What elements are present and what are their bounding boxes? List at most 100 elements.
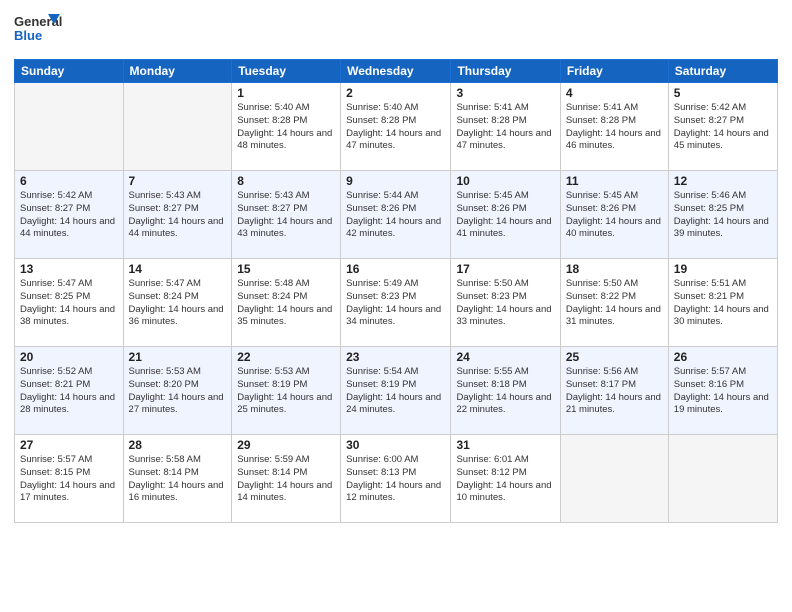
calendar-cell: 22 Sunrise: 5:53 AM Sunset: 8:19 PM Dayli… (232, 347, 341, 435)
page: General Blue SundayMondayTuesdayWednesda… (0, 0, 792, 612)
day-info: Sunrise: 6:00 AM Sunset: 8:13 PM Dayligh… (346, 454, 445, 505)
calendar-cell: 15Sunrise: 5:48 AM Sunset: 8:24 PM Dayli… (232, 259, 341, 347)
calendar-cell (668, 435, 777, 523)
day-number: 6 (20, 174, 118, 188)
weekday-saturday: Saturday (668, 60, 777, 83)
calendar-cell: 4 Sunrise: 5:41 AM Sunset: 8:28 PM Daylig… (560, 83, 668, 171)
calendar-cell: 20 Sunrise: 5:52 AM Sunset: 8:21 PM Dayli… (15, 347, 124, 435)
calendar-cell: 31 Sunrise: 6:01 AM Sunset: 8:12 PM Dayli… (451, 435, 560, 523)
day-info: Sunrise: 5:50 AM Sunset: 8:23 PM Dayligh… (456, 278, 554, 329)
day-info: Sunrise: 5:42 AM Sunset: 8:27 PM Dayligh… (674, 102, 772, 153)
day-info: Sunrise: 5:53 AM Sunset: 8:20 PM Dayligh… (129, 366, 227, 417)
day-number: 12 (674, 174, 772, 188)
weekday-thursday: Thursday (451, 60, 560, 83)
day-info: Sunrise: 5:49 AM Sunset: 8:23 PM Dayligh… (346, 278, 445, 329)
day-info: Sunrise: 5:40 AM Sunset: 8:28 PM Dayligh… (346, 102, 445, 153)
day-info: Sunrise: 5:43 AM Sunset: 8:27 PM Dayligh… (237, 190, 335, 241)
day-info: Sunrise: 5:47 AM Sunset: 8:25 PM Dayligh… (20, 278, 118, 329)
header: General Blue (14, 10, 778, 51)
day-number: 23 (346, 350, 445, 364)
day-number: 11 (566, 174, 663, 188)
day-number: 29 (237, 438, 335, 452)
logo-icon: General Blue (14, 10, 62, 46)
calendar-cell: 11Sunrise: 5:45 AM Sunset: 8:26 PM Dayli… (560, 171, 668, 259)
calendar-cell: 19Sunrise: 5:51 AM Sunset: 8:21 PM Dayli… (668, 259, 777, 347)
day-info: Sunrise: 5:59 AM Sunset: 8:14 PM Dayligh… (237, 454, 335, 505)
day-number: 30 (346, 438, 445, 452)
day-number: 24 (456, 350, 554, 364)
calendar-cell: 14 Sunrise: 5:47 AM Sunset: 8:24 PM Dayli… (123, 259, 232, 347)
logo: General Blue (14, 10, 62, 51)
weekday-header-row: SundayMondayTuesdayWednesdayThursdayFrid… (15, 60, 778, 83)
day-number: 10 (456, 174, 554, 188)
day-info: Sunrise: 5:56 AM Sunset: 8:17 PM Dayligh… (566, 366, 663, 417)
calendar-cell: 25Sunrise: 5:56 AM Sunset: 8:17 PM Dayli… (560, 347, 668, 435)
day-number: 31 (456, 438, 554, 452)
calendar-cell: 27 Sunrise: 5:57 AM Sunset: 8:15 PM Dayli… (15, 435, 124, 523)
day-number: 14 (129, 262, 227, 276)
weekday-wednesday: Wednesday (341, 60, 451, 83)
day-number: 15 (237, 262, 335, 276)
calendar-cell: 2 Sunrise: 5:40 AM Sunset: 8:28 PM Daylig… (341, 83, 451, 171)
calendar-cell: 16Sunrise: 5:49 AM Sunset: 8:23 PM Dayli… (341, 259, 451, 347)
day-number: 18 (566, 262, 663, 276)
day-number: 21 (129, 350, 227, 364)
day-info: Sunrise: 5:41 AM Sunset: 8:28 PM Dayligh… (566, 102, 663, 153)
calendar-cell: 12 Sunrise: 5:46 AM Sunset: 8:25 PM Dayli… (668, 171, 777, 259)
weekday-monday: Monday (123, 60, 232, 83)
calendar-week-4: 20 Sunrise: 5:52 AM Sunset: 8:21 PM Dayli… (15, 347, 778, 435)
calendar-cell: 7Sunrise: 5:43 AM Sunset: 8:27 PM Daylig… (123, 171, 232, 259)
day-info: Sunrise: 5:40 AM Sunset: 8:28 PM Dayligh… (237, 102, 335, 153)
day-info: Sunrise: 5:46 AM Sunset: 8:25 PM Dayligh… (674, 190, 772, 241)
calendar-cell (123, 83, 232, 171)
day-info: Sunrise: 5:41 AM Sunset: 8:28 PM Dayligh… (456, 102, 554, 153)
day-number: 4 (566, 86, 663, 100)
calendar-cell (15, 83, 124, 171)
day-number: 28 (129, 438, 227, 452)
day-info: Sunrise: 5:55 AM Sunset: 8:18 PM Dayligh… (456, 366, 554, 417)
calendar-cell: 23Sunrise: 5:54 AM Sunset: 8:19 PM Dayli… (341, 347, 451, 435)
calendar-cell: 3 Sunrise: 5:41 AM Sunset: 8:28 PM Daylig… (451, 83, 560, 171)
day-info: Sunrise: 5:52 AM Sunset: 8:21 PM Dayligh… (20, 366, 118, 417)
calendar-cell: 17Sunrise: 5:50 AM Sunset: 8:23 PM Dayli… (451, 259, 560, 347)
calendar-week-5: 27 Sunrise: 5:57 AM Sunset: 8:15 PM Dayli… (15, 435, 778, 523)
day-info: Sunrise: 6:01 AM Sunset: 8:12 PM Dayligh… (456, 454, 554, 505)
day-info: Sunrise: 5:53 AM Sunset: 8:19 PM Dayligh… (237, 366, 335, 417)
calendar-cell: 21 Sunrise: 5:53 AM Sunset: 8:20 PM Dayli… (123, 347, 232, 435)
day-info: Sunrise: 5:42 AM Sunset: 8:27 PM Dayligh… (20, 190, 118, 241)
day-number: 5 (674, 86, 772, 100)
day-number: 3 (456, 86, 554, 100)
weekday-friday: Friday (560, 60, 668, 83)
calendar-cell: 10 Sunrise: 5:45 AM Sunset: 8:26 PM Dayli… (451, 171, 560, 259)
day-number: 2 (346, 86, 445, 100)
weekday-sunday: Sunday (15, 60, 124, 83)
day-number: 22 (237, 350, 335, 364)
calendar-week-2: 6 Sunrise: 5:42 AM Sunset: 8:27 PM Daylig… (15, 171, 778, 259)
day-info: Sunrise: 5:45 AM Sunset: 8:26 PM Dayligh… (456, 190, 554, 241)
day-info: Sunrise: 5:47 AM Sunset: 8:24 PM Dayligh… (129, 278, 227, 329)
day-number: 1 (237, 86, 335, 100)
day-info: Sunrise: 5:57 AM Sunset: 8:15 PM Dayligh… (20, 454, 118, 505)
calendar-cell: 29 Sunrise: 5:59 AM Sunset: 8:14 PM Dayli… (232, 435, 341, 523)
calendar-cell: 18Sunrise: 5:50 AM Sunset: 8:22 PM Dayli… (560, 259, 668, 347)
day-info: Sunrise: 5:43 AM Sunset: 8:27 PM Dayligh… (129, 190, 227, 241)
day-number: 26 (674, 350, 772, 364)
day-number: 13 (20, 262, 118, 276)
calendar-cell: 28 Sunrise: 5:58 AM Sunset: 8:14 PM Dayli… (123, 435, 232, 523)
calendar-week-1: 1 Sunrise: 5:40 AM Sunset: 8:28 PM Daylig… (15, 83, 778, 171)
svg-text:Blue: Blue (14, 28, 42, 43)
calendar-cell: 5 Sunrise: 5:42 AM Sunset: 8:27 PM Daylig… (668, 83, 777, 171)
calendar-week-3: 13 Sunrise: 5:47 AM Sunset: 8:25 PM Dayli… (15, 259, 778, 347)
calendar-cell: 8 Sunrise: 5:43 AM Sunset: 8:27 PM Daylig… (232, 171, 341, 259)
day-info: Sunrise: 5:57 AM Sunset: 8:16 PM Dayligh… (674, 366, 772, 417)
calendar-cell: 1 Sunrise: 5:40 AM Sunset: 8:28 PM Daylig… (232, 83, 341, 171)
day-info: Sunrise: 5:58 AM Sunset: 8:14 PM Dayligh… (129, 454, 227, 505)
day-number: 9 (346, 174, 445, 188)
weekday-tuesday: Tuesday (232, 60, 341, 83)
day-number: 19 (674, 262, 772, 276)
calendar-cell: 24 Sunrise: 5:55 AM Sunset: 8:18 PM Dayli… (451, 347, 560, 435)
day-number: 27 (20, 438, 118, 452)
calendar-cell: 9Sunrise: 5:44 AM Sunset: 8:26 PM Daylig… (341, 171, 451, 259)
day-number: 8 (237, 174, 335, 188)
day-number: 20 (20, 350, 118, 364)
